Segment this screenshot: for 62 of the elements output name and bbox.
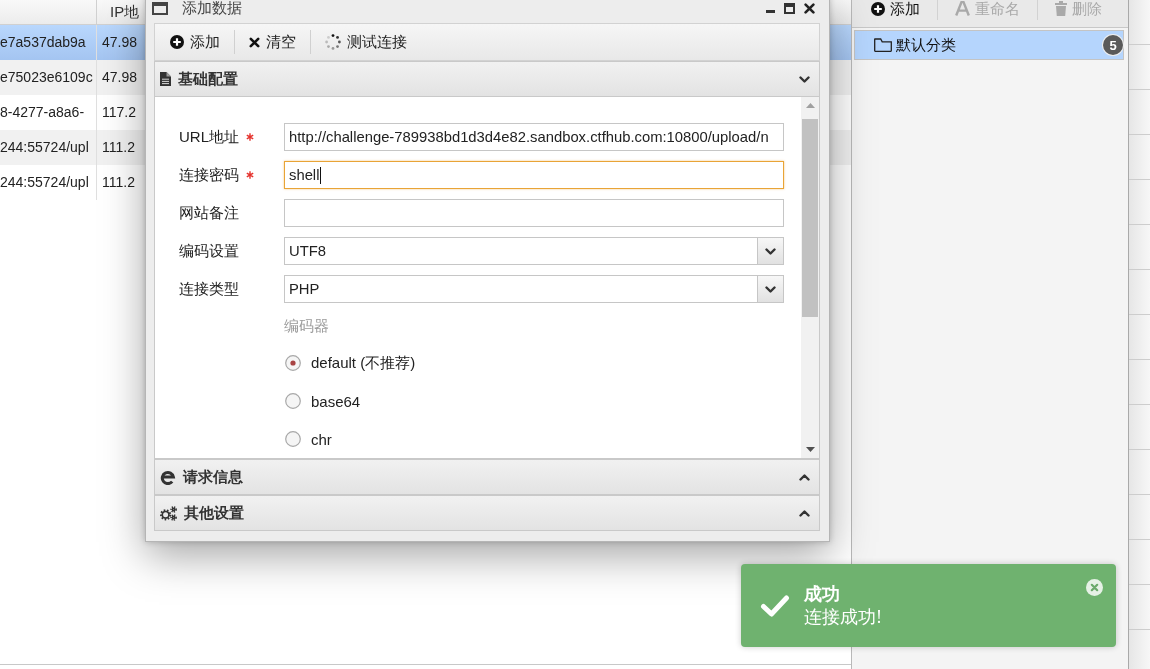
spinner-icon [325, 34, 341, 50]
chevron-up-icon [799, 509, 810, 517]
close-icon[interactable] [804, 2, 815, 14]
scrollbar[interactable] [801, 97, 819, 458]
text-cursor [320, 166, 322, 184]
toolbar-button[interactable]: 清空 [240, 27, 305, 57]
cross-icon [249, 36, 260, 48]
toolbar-button[interactable]: 测试连接 [316, 27, 416, 57]
maximize-icon[interactable] [784, 2, 795, 14]
chevron-up-icon [799, 473, 810, 481]
plus-circle-icon [170, 35, 184, 49]
checkmark-icon [760, 593, 790, 618]
dropdown[interactable]: PHP [284, 275, 784, 303]
toolbar-button[interactable]: 添加 [862, 0, 929, 17]
table-cell-text: 47.98 [101, 33, 139, 52]
dropdown-button[interactable] [757, 276, 783, 302]
chevron-down-icon [765, 247, 776, 255]
field-label: 网站备注 [179, 203, 239, 223]
scrollbar-thumb[interactable] [802, 119, 818, 317]
text-input[interactable]: shell [284, 161, 784, 189]
table-cell-text: 111.2 [101, 138, 136, 157]
dropdown[interactable]: UTF8 [284, 237, 784, 265]
font-icon [955, 1, 970, 16]
toolbar-button[interactable]: 添加 [161, 27, 229, 57]
radio-icon[interactable] [285, 431, 301, 447]
group-label: 编码器 [284, 316, 329, 336]
document-icon [160, 72, 171, 86]
section-header[interactable]: 请求信息 [154, 459, 820, 495]
count-badge: 5 [1103, 35, 1123, 55]
radio-icon[interactable] [285, 355, 301, 371]
e-logo-icon [160, 469, 176, 485]
window-title: 添加数据 [182, 0, 242, 18]
radio-option[interactable]: default (不推荐) [285, 344, 416, 382]
folder-icon [874, 38, 892, 52]
chevron-down-icon [765, 285, 776, 293]
chevron-down-icon [799, 75, 810, 83]
table-cell-text: 111.2 [101, 173, 136, 192]
section-header[interactable]: 其他设置 [154, 495, 820, 531]
text-input[interactable]: http://challenge-789938bd1d3d4e82.sandbox.ctfhub.com:10800/upload/n [284, 123, 784, 151]
table-cell: 244:55724/upl [0, 165, 97, 200]
radio-icon[interactable] [285, 393, 301, 409]
minimize-icon[interactable] [766, 9, 775, 13]
column-header[interactable]: IP地 [97, 0, 142, 24]
table-cell-text: 47.98 [101, 68, 139, 87]
section-header[interactable]: 基础配置 [154, 61, 820, 97]
plus-circle-icon [871, 1, 885, 16]
radio-option[interactable]: base64 [285, 382, 361, 420]
toast-message: 连接成功! [804, 605, 882, 629]
field-label: URL地址 [179, 127, 239, 147]
category-item[interactable]: 默认分类 5 [854, 30, 1124, 60]
field-label: 连接类型 [179, 279, 239, 299]
radio-option[interactable]: chr [285, 420, 332, 458]
field-label: 编码设置 [179, 241, 239, 261]
text-input[interactable] [284, 199, 784, 227]
window-icon [152, 1, 168, 15]
toast-title: 成功 [804, 582, 840, 606]
table-cell-text: 117.2 [101, 103, 137, 122]
dropdown-button[interactable] [757, 238, 783, 264]
scroll-down-icon[interactable] [805, 447, 815, 452]
gears-icon [160, 505, 177, 521]
trash-icon [1055, 1, 1067, 16]
field-label: 连接密码 [179, 165, 239, 185]
